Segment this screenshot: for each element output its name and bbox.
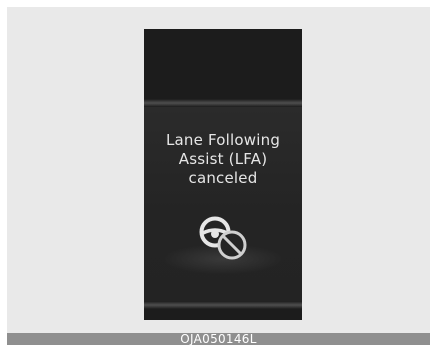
lfa-canceled-message: Lane Following Assist (LFA) canceled — [144, 131, 302, 188]
message-line-2: Assist (LFA) — [178, 150, 268, 168]
message-line-3: canceled — [188, 169, 258, 187]
message-line-1: Lane Following — [165, 131, 281, 149]
steering-wheel-cancel-icon — [199, 216, 247, 260]
bottom-divider — [144, 301, 302, 309]
instrument-cluster-display: Lane Following Assist (LFA) canceled — [144, 29, 302, 320]
caption-bar: OJA050146L — [7, 333, 430, 345]
figure-code: OJA050146L — [180, 333, 257, 345]
top-divider — [144, 99, 302, 107]
